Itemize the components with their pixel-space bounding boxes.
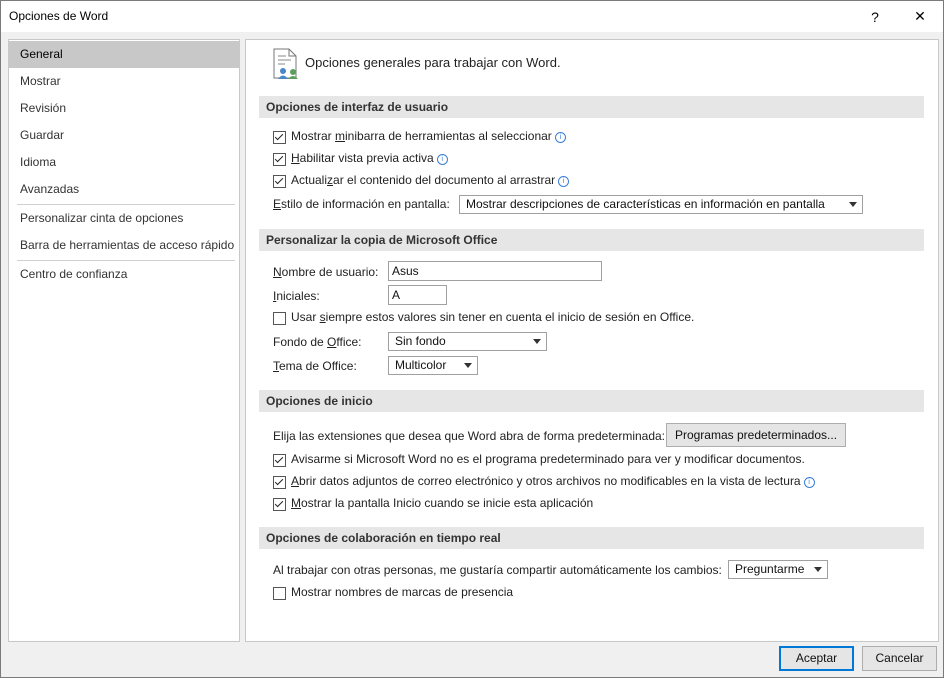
sidebar-item-trust-center[interactable]: Centro de confianza: [9, 261, 239, 288]
minibar-label: Mostrar minibarra de herramientas al sel…: [291, 129, 566, 143]
share-changes-label: Al trabajar con otras personas, me gusta…: [273, 563, 722, 577]
sidebar-item-avanzadas[interactable]: Avanzadas: [9, 176, 239, 203]
update-content-checkbox[interactable]: [273, 175, 286, 188]
window-title: Opciones de Word: [9, 9, 109, 23]
section-title: Opciones de inicio: [266, 394, 373, 408]
section-header-office-copy: Personalizar la copia de Microsoft Offic…: [259, 229, 924, 251]
chevron-down-icon: [464, 363, 472, 368]
cancel-button[interactable]: Cancelar: [862, 646, 937, 671]
page-title: Opciones generales para trabajar con Wor…: [305, 55, 561, 70]
open-attachments-label: Abrir datos adjuntos de correo electróni…: [291, 474, 815, 488]
always-use-values-checkbox[interactable]: [273, 312, 286, 325]
section-title: Opciones de interfaz de usuario: [266, 100, 449, 114]
screentip-style-select[interactable]: Mostrar descripciones de características…: [459, 195, 863, 214]
office-background-value: Sin fondo: [395, 334, 446, 348]
close-button[interactable]: ✕: [898, 1, 942, 32]
info-icon: i: [554, 132, 566, 143]
initials-field[interactable]: A: [388, 285, 447, 305]
section-header-ui-options: Opciones de interfaz de usuario: [259, 96, 924, 118]
section-header-collaboration: Opciones de colaboración en tiempo real: [259, 527, 924, 549]
default-programs-button[interactable]: Programas predeterminados...: [666, 423, 846, 447]
office-theme-value: Multicolor: [395, 358, 447, 372]
share-changes-select[interactable]: Preguntarme: [728, 560, 828, 579]
section-header-startup: Opciones de inicio: [259, 390, 924, 412]
title-bar: Opciones de Word ? ✕: [1, 1, 943, 32]
share-changes-value: Preguntarme: [735, 562, 805, 576]
office-background-select[interactable]: Sin fondo: [388, 332, 547, 351]
start-screen-label: Mostrar la pantalla Inicio cuando se ini…: [291, 496, 594, 510]
general-options-panel: Opciones generales para trabajar con Wor…: [245, 39, 939, 642]
presence-flags-checkbox[interactable]: [273, 587, 286, 600]
chevron-down-icon: [814, 567, 822, 572]
sidebar: General Mostrar Revisión Guardar Idioma …: [8, 39, 240, 642]
chevron-down-icon: [533, 339, 541, 344]
sidebar-item-quick-access-toolbar[interactable]: Barra de herramientas de acceso rápido: [9, 232, 239, 259]
username-label: Nombre de usuario:: [273, 265, 379, 279]
sidebar-item-guardar[interactable]: Guardar: [9, 122, 239, 149]
sidebar-item-revision[interactable]: Revisión: [9, 95, 239, 122]
office-theme-label: Tema de Office:: [273, 359, 357, 373]
info-icon: i: [803, 477, 815, 488]
sidebar-item-general[interactable]: General: [9, 41, 239, 68]
sidebar-item-mostrar[interactable]: Mostrar: [9, 68, 239, 95]
presence-flags-label: Mostrar nombres de marcas de presencia: [291, 585, 514, 599]
extensions-label: Elija las extensiones que desea que Word…: [273, 429, 666, 443]
username-field[interactable]: Asus: [388, 261, 602, 281]
screentip-style-label: Estilo de información en pantalla:: [273, 197, 450, 211]
info-icon: i: [436, 154, 448, 165]
sidebar-item-idioma[interactable]: Idioma: [9, 149, 239, 176]
live-preview-label: Habilitar vista previa activa i: [291, 151, 448, 165]
chevron-down-icon: [849, 202, 857, 207]
initials-label: Iniciales:: [273, 289, 320, 303]
notify-default-checkbox[interactable]: [273, 454, 286, 467]
office-theme-select[interactable]: Multicolor: [388, 356, 478, 375]
start-screen-checkbox[interactable]: [273, 498, 286, 511]
section-title: Opciones de colaboración en tiempo real: [266, 531, 501, 545]
ok-button[interactable]: Aceptar: [779, 646, 854, 671]
section-title: Personalizar la copia de Microsoft Offic…: [266, 233, 498, 247]
always-use-values-label: Usar siempre estos valores sin tener en …: [291, 310, 695, 324]
update-content-label: Actualizar el contenido del documento al…: [291, 173, 570, 187]
notify-default-label: Avisarme si Microsoft Word no es el prog…: [291, 452, 805, 466]
open-attachments-checkbox[interactable]: [273, 476, 286, 489]
options-dialog: Opciones de Word ? ✕ General Mostrar Rev…: [0, 0, 944, 678]
live-preview-checkbox[interactable]: [273, 153, 286, 166]
screentip-style-value: Mostrar descripciones de características…: [466, 197, 825, 211]
info-icon: i: [558, 176, 570, 187]
sidebar-item-customize-ribbon[interactable]: Personalizar cinta de opciones: [9, 205, 239, 232]
general-options-icon: [273, 48, 298, 79]
office-background-label: Fondo de Office:: [273, 335, 362, 349]
minibar-checkbox[interactable]: [273, 131, 286, 144]
help-button[interactable]: ?: [853, 1, 897, 32]
